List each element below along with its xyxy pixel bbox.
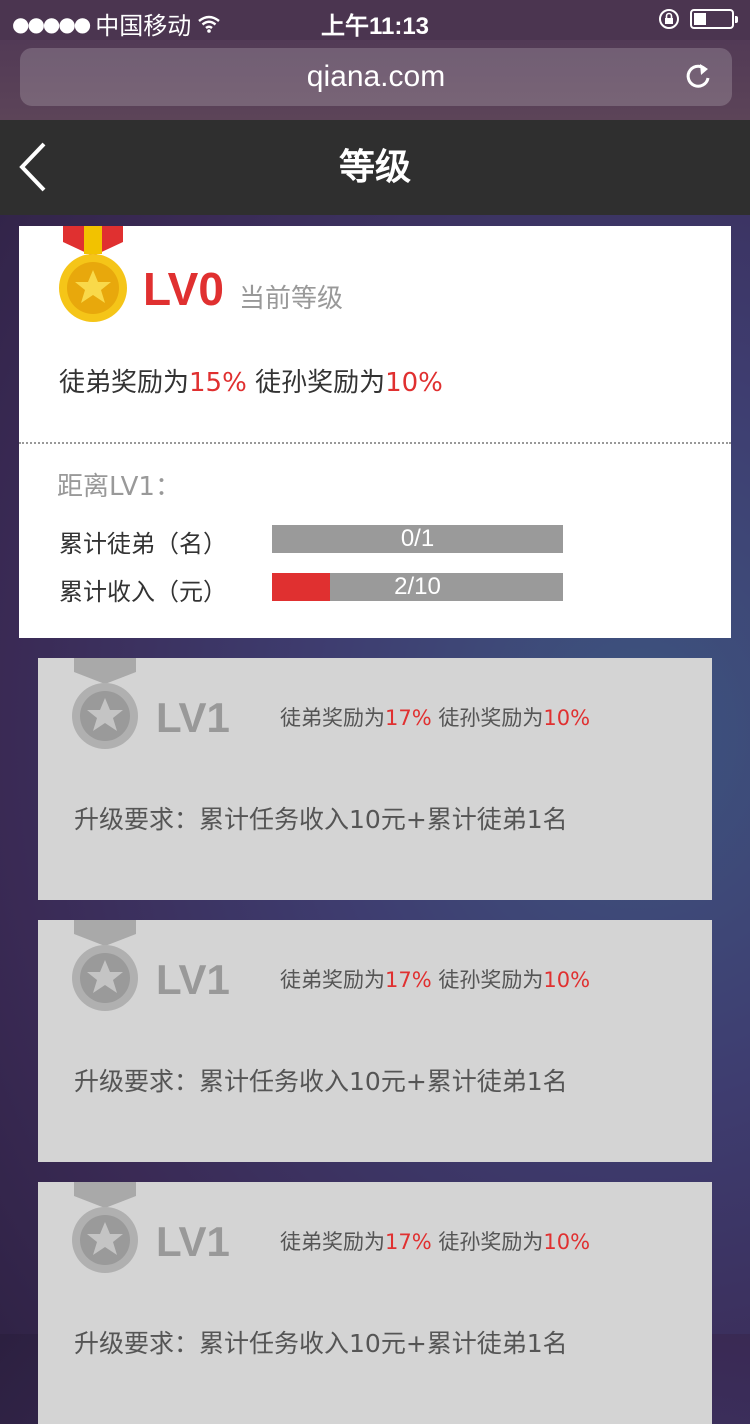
level-reward: 徒弟奖励为17% 徒孙奖励为10% [280, 1226, 590, 1256]
page-title: 等级 [338, 147, 411, 188]
reload-icon[interactable] [678, 48, 718, 106]
silver-medal-icon [72, 920, 138, 1011]
reward-grand-label: 徒孙奖励为 [255, 368, 386, 398]
silver-medal-icon [72, 1182, 138, 1273]
level-card[interactable]: LV1 徒弟奖励为17% 徒孙奖励为10% 升级要求：累计任务收入10元+累计徒… [38, 658, 712, 900]
reward-disciple-label: 徒弟奖励为 [280, 1230, 385, 1254]
reward-grand-label: 徒孙奖励为 [438, 706, 544, 730]
rotation-lock-icon [659, 9, 679, 29]
level-card[interactable]: LV1 徒弟奖励为17% 徒孙奖励为10% 升级要求：累计任务收入10元+累计徒… [38, 1182, 712, 1424]
current-level-caption: 当前等级 [239, 284, 344, 314]
level-reward: 徒弟奖励为17% 徒孙奖励为10% [280, 964, 590, 994]
current-level-card: LV0 当前等级 徒弟奖励为15% 徒孙奖励为10% 距离LV1： 累计徒弟（名… [19, 226, 731, 638]
level-requirement: 升级要求：累计任务收入10元+累计徒弟1名 [74, 1067, 568, 1096]
reward-disciple-value: 15% [189, 368, 247, 398]
level-reward: 徒弟奖励为17% 徒孙奖励为10% [280, 702, 590, 732]
level-requirement: 升级要求：累计任务收入10元+累计徒弟1名 [74, 1329, 568, 1358]
reward-grand-value: 10% [543, 968, 591, 992]
address-bar[interactable]: qiana.com [20, 48, 732, 106]
level-name: LV1 [156, 956, 230, 1003]
distance-label: 距离LV1： [57, 472, 181, 502]
battery-icon [690, 9, 738, 29]
level-name: LV1 [156, 1218, 230, 1265]
url-text: qiana.com [306, 60, 446, 93]
progress-label-income: 累计收入（元） [59, 578, 227, 606]
status-right [658, 8, 738, 30]
silver-medal-icon [72, 658, 138, 749]
gold-medal-icon [59, 226, 127, 322]
progress-text: 0/1 [400, 525, 435, 552]
reward-disciple-value: 17% [385, 1230, 432, 1254]
status-bar: ●●●●● 中国移动 上午11:13 [0, 0, 750, 40]
progress-text: 2/10 [394, 573, 441, 600]
reward-disciple-value: 17% [385, 706, 432, 730]
level-card[interactable]: LV1 徒弟奖励为17% 徒孙奖励为10% 升级要求：累计任务收入10元+累计徒… [38, 920, 712, 1162]
level-name: LV1 [156, 694, 230, 741]
dotted-divider [19, 442, 731, 444]
reward-disciple-label: 徒弟奖励为 [280, 968, 385, 992]
reward-disciple-label: 徒弟奖励为 [280, 706, 385, 730]
nav-bar: 等级 [0, 120, 750, 215]
progress-bar-income: 2/10 [272, 573, 563, 601]
reward-grand-value: 10% [543, 1230, 591, 1254]
reward-grand-label: 徒孙奖励为 [438, 968, 544, 992]
reward-grand-value: 10% [385, 368, 443, 398]
reward-disciple-value: 17% [385, 968, 432, 992]
status-time: 上午11:13 [320, 13, 430, 40]
level-requirement: 升级要求：累计任务收入10元+累计徒弟1名 [74, 805, 568, 834]
progress-bar-disciples: 0/1 [272, 525, 563, 553]
progress-label-disciples: 累计徒弟（名） [59, 530, 227, 558]
reward-disciple-label: 徒弟奖励为 [59, 368, 190, 398]
reward-grand-label: 徒孙奖励为 [438, 1230, 544, 1254]
browser-chrome: qiana.com [0, 40, 750, 120]
current-level-name: LV0 [143, 263, 224, 315]
current-reward-line: 徒弟奖励为15% 徒孙奖励为10% [59, 362, 443, 399]
reward-grand-value: 10% [543, 706, 591, 730]
